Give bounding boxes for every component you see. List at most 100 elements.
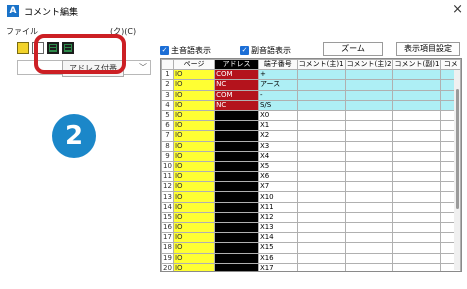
comment-cell[interactable] [296,171,346,183]
column-header[interactable]: コメント(主)2 [344,59,394,71]
row-number[interactable]: 5 [161,109,174,122]
comment-cell[interactable] [392,191,442,203]
table-row[interactable]: 14 IO X11 [161,201,461,213]
row-number[interactable]: 13 [161,191,174,203]
page-cell[interactable]: IO [172,221,216,234]
comment-cell[interactable] [344,252,394,264]
comment-cell[interactable] [344,181,394,193]
terminal-cell[interactable]: X15 [257,242,298,254]
terminal-cell[interactable]: X16 [257,252,298,264]
page-cell[interactable]: IO [172,120,216,132]
page-cell[interactable]: IO [172,252,216,264]
comment-cell[interactable] [296,140,346,152]
column-header[interactable]: ページ [172,59,216,71]
page-cell[interactable]: IO [172,69,216,81]
comment-cell[interactable] [296,201,346,213]
terminal-cell[interactable]: X11 [257,201,298,213]
page-cell[interactable]: IO [172,201,216,213]
page-cell[interactable]: IO [172,150,216,162]
column-header[interactable]: 端子番号 [257,59,298,71]
table-row[interactable]: 11 IO X6 [161,171,461,183]
page-cell[interactable]: IO [172,242,216,254]
comment-cell[interactable] [392,221,442,234]
comment-cell[interactable] [296,262,346,271]
comment-cell[interactable] [344,150,394,162]
comment-cell[interactable] [296,120,346,132]
address-cell[interactable] [214,201,259,213]
comment-cell[interactable] [392,171,442,183]
address-cell[interactable] [214,262,259,271]
address-cell[interactable]: COM [214,89,259,101]
comment-cell[interactable] [296,221,346,234]
page-cell[interactable]: IO [172,109,216,122]
page-cell[interactable]: IO [172,211,216,224]
comment-cell[interactable] [344,120,394,132]
comment-cell[interactable] [344,160,394,173]
row-number[interactable]: 8 [161,140,174,152]
row-number[interactable]: 14 [161,201,174,213]
comment-cell[interactable] [344,79,394,91]
comment-cell[interactable] [344,89,394,101]
comment-cell[interactable] [296,99,346,111]
comment-cell[interactable] [392,181,442,193]
comment-cell[interactable] [392,69,442,81]
address-cell[interactable] [214,232,259,244]
address-cell[interactable] [214,252,259,264]
comment-cell[interactable] [296,130,346,142]
comment-cell[interactable] [392,160,442,173]
scroll-thumb[interactable] [456,89,459,209]
page-cell[interactable]: IO [172,89,216,101]
column-header[interactable]: アドレス [214,59,259,71]
comment-cell[interactable] [344,232,394,244]
page-cell[interactable]: IO [172,160,216,173]
address-cell[interactable] [214,150,259,162]
comment-cell[interactable] [392,130,442,142]
comment-cell[interactable] [296,109,346,122]
comment-cell[interactable] [344,109,394,122]
address-cell[interactable] [214,181,259,193]
terminal-cell[interactable]: X13 [257,221,298,234]
comment-cell[interactable] [344,262,394,271]
table-row[interactable]: 16 IO X13 [161,221,461,234]
comment-grid[interactable]: ページ アドレス 端子番号 コメント(主)1 コメント(主)2 コメント(副)1 コメ 1I… [160,58,462,272]
table-row[interactable]: 2 IO NC アース [161,79,461,91]
terminal-cell[interactable]: X14 [257,232,298,244]
comment-cell[interactable] [392,211,442,224]
page-cell[interactable]: IO [172,181,216,193]
table-row[interactable]: 7 IO X2 [161,130,461,142]
column-header[interactable]: コメント(主)1 [296,59,346,71]
column-header[interactable]: コメ [440,59,461,71]
address-cell[interactable] [214,120,259,132]
comment-cell[interactable] [344,171,394,183]
menu-file[interactable]: ファイル [6,26,38,37]
comment-cell[interactable] [296,232,346,244]
comment-cell[interactable] [392,109,442,122]
comment-cell[interactable] [296,69,346,81]
comment-cell[interactable] [296,79,346,91]
comment-cell[interactable] [296,242,346,254]
comment-cell[interactable] [392,99,442,111]
table-row[interactable]: 19 IO X16 [161,252,461,264]
row-number[interactable]: 9 [161,150,174,162]
comment-cell[interactable] [344,242,394,254]
row-number[interactable]: 7 [161,130,174,142]
page-cell[interactable]: IO [172,232,216,244]
comment-cell[interactable] [296,160,346,173]
comment-cell[interactable] [344,99,394,111]
page-cell[interactable]: IO [172,79,216,91]
column-header[interactable]: コメント(副)1 [392,59,442,71]
page-cell[interactable]: IO [172,140,216,152]
table-row[interactable]: 8 IO X3 [161,140,461,152]
terminal-cell[interactable]: X7 [257,181,298,193]
row-number[interactable]: 10 [161,160,174,173]
terminal-cell[interactable]: X3 [257,140,298,152]
comment-cell[interactable] [296,181,346,193]
page-cell[interactable]: IO [172,171,216,183]
table-row[interactable]: 20 IO X17 [161,262,461,271]
comment-cell[interactable] [344,191,394,203]
terminal-cell[interactable]: X1 [257,120,298,132]
row-number[interactable]: 20 [161,262,174,271]
address-cell[interactable]: NC [214,99,259,111]
terminal-cell[interactable]: + [257,69,298,81]
terminal-cell[interactable]: X2 [257,130,298,142]
